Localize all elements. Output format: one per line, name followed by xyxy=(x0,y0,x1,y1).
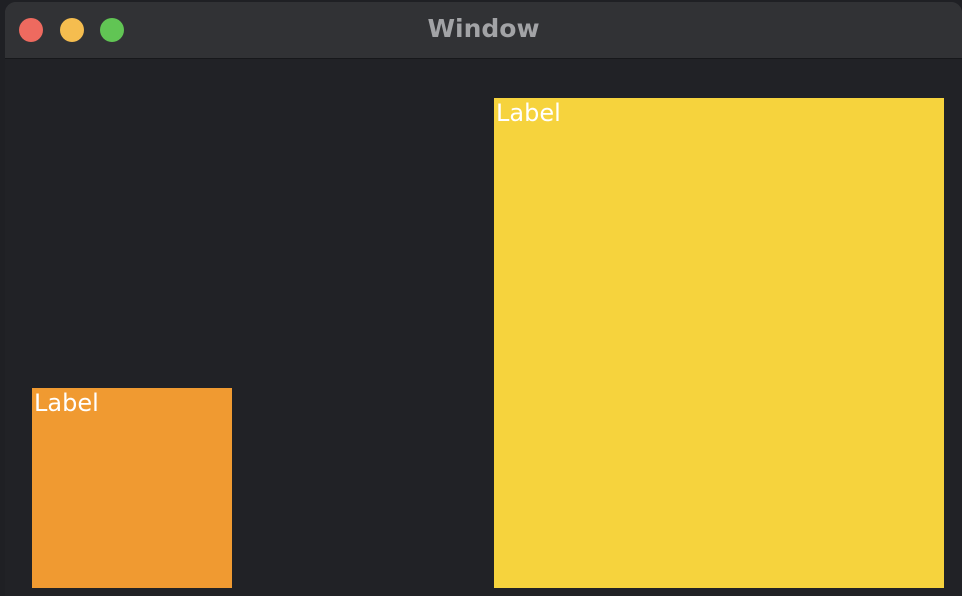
yellow-box-label: Label xyxy=(496,99,561,127)
window-title: Window xyxy=(427,14,540,43)
app-window: Window Label Label xyxy=(5,2,962,596)
orange-label-box: Label xyxy=(32,388,232,588)
yellow-label-box: Label xyxy=(494,98,944,588)
window-content: Label Label xyxy=(5,59,962,596)
orange-box-label: Label xyxy=(34,389,99,417)
title-bar[interactable]: Window xyxy=(5,2,962,59)
